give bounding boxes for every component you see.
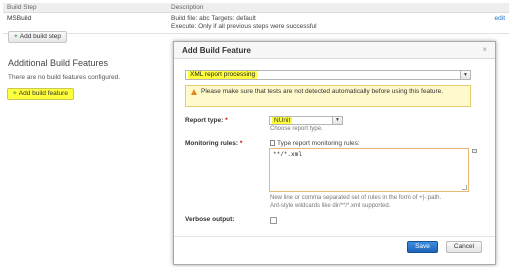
report-type-select[interactable]: NUnit ▼: [269, 116, 343, 125]
build-step-description: Build file: abc Targets: default Execute…: [167, 12, 485, 34]
no-features-text: There are no build features configured.: [8, 74, 121, 81]
dialog-title: Add Build Feature: [182, 46, 251, 55]
report-type-selected-value: NUnit: [272, 117, 293, 124]
add-build-feature-label: Add build feature: [18, 90, 68, 97]
add-build-feature-button[interactable]: + Add build feature: [7, 88, 74, 100]
build-steps-table: Build Step Description MSBuild Build fil…: [3, 3, 509, 34]
warning-text: Please make sure that tests are not dete…: [201, 88, 444, 95]
monitoring-rules-hint: Type report monitoring rules:: [270, 140, 360, 147]
close-icon[interactable]: ×: [482, 45, 487, 54]
description-line: Build file: abc Targets: default: [171, 14, 256, 22]
monitoring-rules-label-text: Monitoring rules:: [185, 140, 239, 147]
verbose-output-checkbox[interactable]: [270, 217, 277, 224]
required-marker: *: [225, 117, 228, 124]
expand-editor-icon[interactable]: [472, 149, 477, 153]
monitoring-rules-textarea[interactable]: **/*.xml: [269, 148, 469, 192]
warning-message: Please make sure that tests are not dete…: [185, 85, 471, 107]
add-build-step-button[interactable]: + Add build step: [8, 31, 67, 43]
section-title-build-features: Additional Build Features: [8, 58, 109, 68]
monitoring-rules-label: Monitoring rules: *: [185, 140, 242, 147]
column-header-build-step: Build Step: [3, 3, 167, 13]
feature-type-select[interactable]: XML report processing ▼: [185, 70, 471, 80]
monitoring-rules-note-line: Ant-style wildcards like dir/**/*.xml su…: [270, 202, 391, 209]
required-marker: *: [239, 140, 243, 147]
verbose-output-label: Verbose output:: [185, 216, 235, 223]
document-icon: [270, 140, 275, 146]
report-type-label-text: Report type:: [185, 117, 224, 124]
save-button[interactable]: Save: [407, 241, 438, 253]
resize-handle-icon[interactable]: [462, 185, 467, 190]
column-header-actions: [485, 3, 509, 13]
monitoring-rules-value: **/*.xml: [273, 151, 302, 158]
monitoring-rules-note-line: New line or comma separated set of rules…: [270, 195, 442, 201]
plus-icon: +: [14, 33, 18, 40]
feature-type-selected-value: XML report processing: [188, 71, 258, 79]
dialog-footer-divider: [174, 236, 495, 237]
add-build-step-label: Add build step: [19, 33, 61, 40]
description-line: Execute: Only if all previous steps were…: [171, 22, 317, 30]
add-build-feature-dialog: Add Build Feature × XML report processin…: [173, 41, 496, 265]
chevron-down-icon[interactable]: ▼: [460, 71, 470, 79]
dialog-header: Add Build Feature ×: [174, 42, 495, 59]
report-type-label: Report type: *: [185, 117, 228, 124]
table-row[interactable]: MSBuild Build file: abc Targets: default…: [3, 12, 509, 34]
build-step-name: MSBuild: [3, 12, 167, 34]
plus-icon: +: [13, 90, 17, 97]
edit-step-link[interactable]: edit: [485, 12, 509, 34]
warning-icon: [191, 89, 197, 95]
table-header-row: Build Step Description: [3, 3, 509, 13]
report-type-note: Choose report type.: [270, 126, 323, 132]
column-header-description: Description: [167, 3, 485, 13]
cancel-button[interactable]: Cancel: [446, 241, 482, 253]
chevron-down-icon[interactable]: ▼: [332, 117, 342, 124]
monitoring-rules-hint-text: Type report monitoring rules:: [277, 140, 360, 147]
monitoring-rules-note: New line or comma separated set of rules…: [270, 195, 490, 210]
